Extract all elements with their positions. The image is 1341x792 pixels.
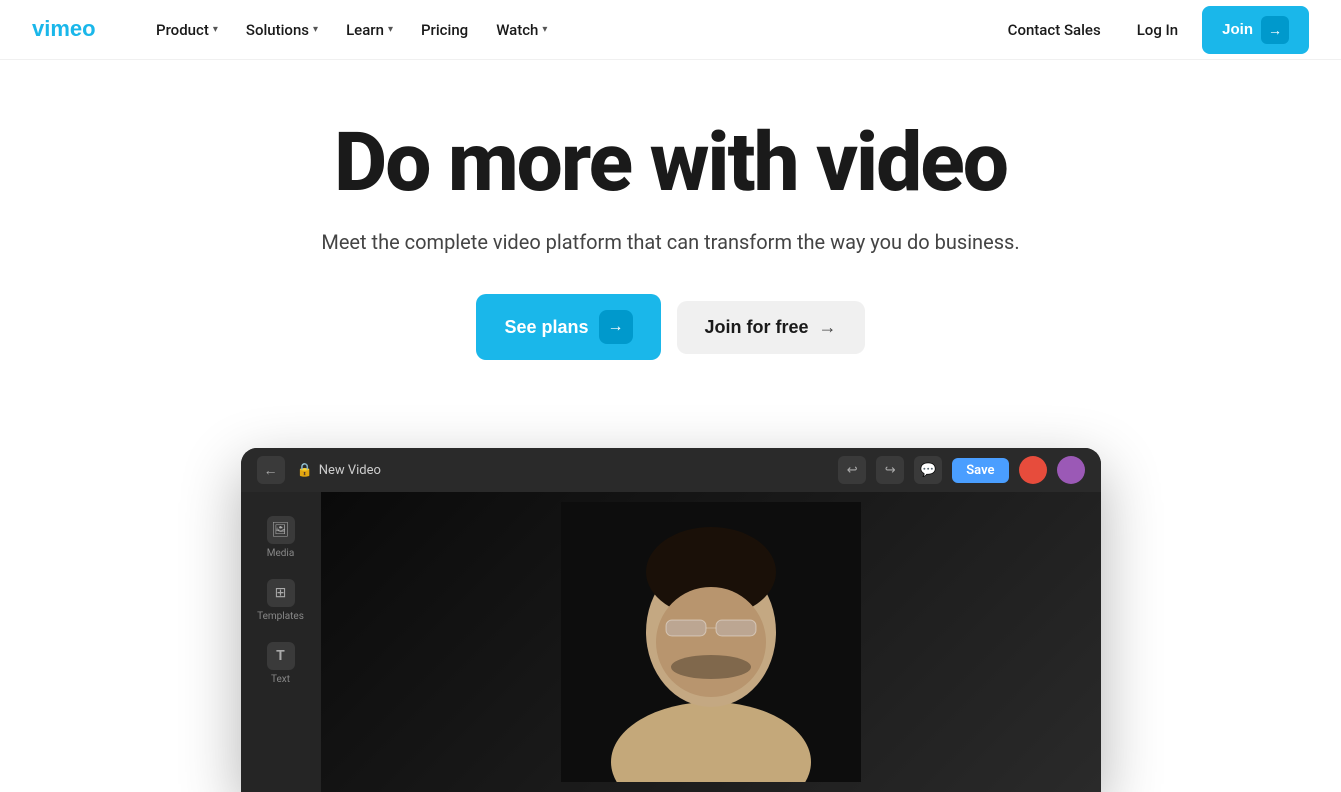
nav-watch[interactable]: Watch ▾ xyxy=(484,13,559,47)
topbar-right: ↩ ↪ 💬 Save xyxy=(838,456,1084,484)
nav-pricing[interactable]: Pricing xyxy=(409,13,480,47)
navigation: vimeo Product ▾ Solutions ▾ Learn ▾ Pric… xyxy=(0,0,1341,60)
video-content xyxy=(561,502,861,782)
editor-canvas[interactable] xyxy=(321,492,1101,792)
media-icon: 🖼 xyxy=(267,516,295,544)
user-avatar-red xyxy=(1019,456,1047,484)
sidebar-tool-label: Text xyxy=(271,674,290,685)
video-preview xyxy=(321,492,1101,792)
editor-topbar: ← 🔒 New Video ↩ ↪ 💬 Save xyxy=(241,448,1101,492)
arrow-right-icon: → xyxy=(819,317,837,338)
see-plans-button[interactable]: See plans → xyxy=(476,294,660,360)
arrow-right-icon: → xyxy=(1261,16,1289,44)
nav-learn[interactable]: Learn ▾ xyxy=(334,13,405,47)
chevron-down-icon: ▾ xyxy=(313,24,318,35)
hero-subtitle: Meet the complete video platform that ca… xyxy=(20,230,1321,254)
sidebar-tool-label: Templates xyxy=(257,611,304,622)
join-free-button[interactable]: Join for free → xyxy=(677,301,865,354)
sidebar-tool-text[interactable]: T Text xyxy=(251,634,311,693)
video-title: 🔒 New Video xyxy=(297,463,381,478)
login-link[interactable]: Log In xyxy=(1125,13,1190,47)
nav-product[interactable]: Product ▾ xyxy=(144,13,230,47)
sidebar-tool-templates[interactable]: ⊞ Templates xyxy=(251,571,311,630)
redo-button[interactable]: ↪ xyxy=(876,456,904,484)
editor-window: ← 🔒 New Video ↩ ↪ 💬 Save 🖼 Me xyxy=(241,448,1101,792)
save-button[interactable]: Save xyxy=(952,458,1008,483)
hero-section: Do more with video Meet the complete vid… xyxy=(0,60,1341,448)
product-screenshot: ← 🔒 New Video ↩ ↪ 💬 Save 🖼 Me xyxy=(0,448,1341,792)
hero-cta-buttons: See plans → Join for free → xyxy=(20,294,1321,360)
topbar-left: ← 🔒 New Video xyxy=(257,456,381,484)
user-avatar-blue xyxy=(1057,456,1085,484)
text-icon: T xyxy=(267,642,295,670)
svg-text:vimeo: vimeo xyxy=(32,16,96,41)
lock-icon: 🔒 xyxy=(297,463,313,478)
sidebar-tool-label: Media xyxy=(267,548,295,559)
comment-button[interactable]: 💬 xyxy=(914,456,942,484)
arrow-right-icon: → xyxy=(599,310,633,344)
chevron-down-icon: ▾ xyxy=(213,24,218,35)
vimeo-logo[interactable]: vimeo xyxy=(32,14,112,46)
back-button[interactable]: ← xyxy=(257,456,285,484)
editor-sidebar: 🖼 Media ⊞ Templates T Text xyxy=(241,492,321,792)
nav-links: Product ▾ Solutions ▾ Learn ▾ Pricing Wa… xyxy=(144,13,996,47)
editor-body: 🖼 Media ⊞ Templates T Text xyxy=(241,492,1101,792)
nav-solutions[interactable]: Solutions ▾ xyxy=(234,13,330,47)
hero-title: Do more with video xyxy=(20,120,1321,206)
undo-button[interactable]: ↩ xyxy=(838,456,866,484)
join-button[interactable]: Join → xyxy=(1202,6,1309,54)
chevron-down-icon: ▾ xyxy=(542,24,547,35)
templates-icon: ⊞ xyxy=(267,579,295,607)
sidebar-tool-media[interactable]: 🖼 Media xyxy=(251,508,311,567)
contact-sales-link[interactable]: Contact Sales xyxy=(996,13,1113,47)
nav-right-actions: Contact Sales Log In Join → xyxy=(996,6,1309,54)
chevron-down-icon: ▾ xyxy=(388,24,393,35)
